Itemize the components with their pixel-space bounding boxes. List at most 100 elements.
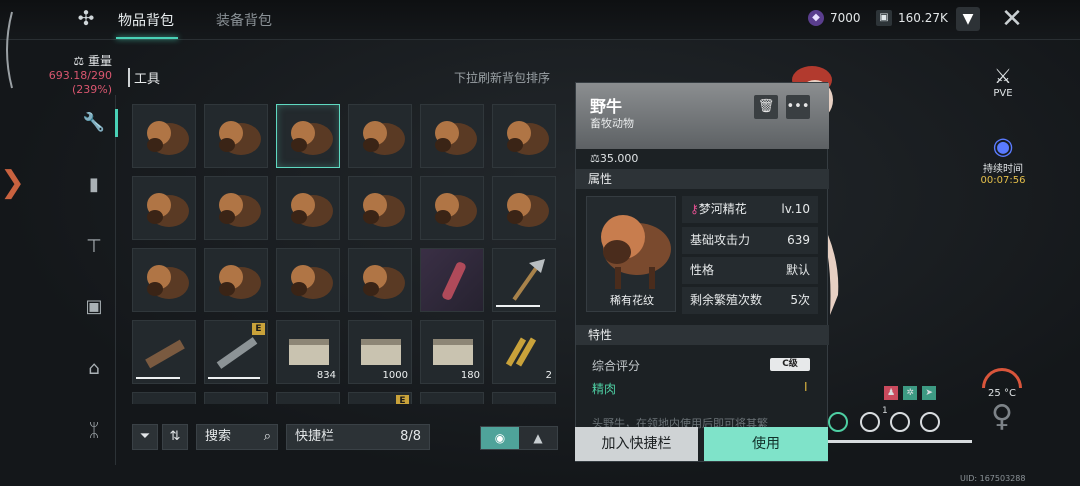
view-bag-button[interactable]: ◉ xyxy=(481,427,519,449)
inventory-slot-empty[interactable] xyxy=(204,392,268,404)
item-category: 畜牧动物 xyxy=(590,117,634,130)
bison-icon xyxy=(291,121,333,155)
duration-value: 00:07:56 xyxy=(980,175,1026,186)
inventory-slot[interactable] xyxy=(204,176,268,240)
more-button[interactable]: ••• xyxy=(786,95,810,119)
temperature-value: 25 °C xyxy=(988,388,1016,399)
chip-icon: ▣ xyxy=(876,10,892,26)
attr-value: 默认 xyxy=(785,263,810,277)
weight-icon: ⚖ xyxy=(73,54,85,68)
bag-icon: ◉ xyxy=(494,431,506,445)
gun-icon xyxy=(145,339,185,369)
wrench-icon: 🔧 xyxy=(82,112,106,133)
side-hint-icon: ❯ xyxy=(0,165,26,200)
inventory-slot[interactable] xyxy=(420,176,484,240)
inventory-slot-empty[interactable]: E xyxy=(348,392,412,404)
add-to-quickbar-button[interactable]: 加入快捷栏 xyxy=(575,427,698,461)
tab-item-bag[interactable]: 物品背包 xyxy=(118,10,174,30)
inventory-slot[interactable] xyxy=(132,104,196,168)
hunger-icon xyxy=(860,412,880,432)
key-icon: ⚷ xyxy=(690,202,699,216)
inventory-slot[interactable]: 2 xyxy=(492,320,556,384)
inventory-slot[interactable] xyxy=(492,176,556,240)
inventory-slot[interactable] xyxy=(348,248,412,312)
inventory-slot[interactable] xyxy=(276,248,340,312)
sort-icon: ⇅ xyxy=(169,429,181,444)
view-terrain-button[interactable]: ▲ xyxy=(519,427,557,449)
item-count: 834 xyxy=(316,370,336,381)
attr-value: 639 xyxy=(787,233,810,247)
pve-indicator[interactable]: ⚔ PVE xyxy=(988,64,1018,99)
weight-label: 重量 xyxy=(87,54,112,68)
item-count: 1000 xyxy=(382,370,408,381)
health-bar xyxy=(828,440,972,443)
inventory-slot[interactable] xyxy=(348,104,412,168)
section-title: 工具 xyxy=(128,68,160,87)
attr-header: 属性 xyxy=(576,169,829,189)
image-caption: 稀有花纹 xyxy=(610,294,654,307)
sort-button[interactable]: ⇅ xyxy=(162,424,188,450)
delete-button[interactable]: 🗑 xyxy=(754,95,778,119)
bison-icon xyxy=(147,265,189,299)
sidebar-item-special[interactable]: ▣ xyxy=(72,285,116,329)
crossed-swords-icon: ⚔ xyxy=(994,64,1012,88)
sidebar-item-building[interactable]: ⌂ xyxy=(72,347,116,391)
left-edge-arc xyxy=(6,11,13,89)
use-button[interactable]: 使用 xyxy=(704,427,828,461)
inventory-slot[interactable] xyxy=(492,104,556,168)
buff-timer: ◉ 持续时间 00:07:56 xyxy=(976,132,1030,186)
close-button[interactable]: ✕ xyxy=(1000,6,1024,32)
sidebar-item-pets[interactable]: ᛯ xyxy=(72,409,116,453)
inventory-slot-empty[interactable] xyxy=(132,392,196,404)
trait-name: 精肉 xyxy=(592,382,617,396)
inventory-slot[interactable] xyxy=(420,248,484,312)
inventory-slot[interactable] xyxy=(348,176,412,240)
bison-icon xyxy=(291,265,333,299)
mountain-icon: ▲ xyxy=(533,431,543,445)
game-logo-icon: ✣ xyxy=(77,6,95,30)
search-icon: ⌕ xyxy=(263,429,271,444)
inventory-slot[interactable] xyxy=(420,104,484,168)
filter-icon: ⏷ xyxy=(139,429,151,444)
inventory-slot[interactable] xyxy=(132,176,196,240)
inventory-slot[interactable] xyxy=(276,176,340,240)
inventory-slot[interactable] xyxy=(492,248,556,312)
attr-value: lv.10 xyxy=(781,202,810,216)
durability-bar xyxy=(496,305,540,307)
inventory-slot[interactable] xyxy=(204,104,268,168)
inventory-slot-empty[interactable] xyxy=(420,392,484,404)
inventory-slot[interactable] xyxy=(132,320,196,384)
tab-equipment-bag[interactable]: 装备背包 xyxy=(216,10,272,30)
gem-currency-value: 7000 xyxy=(830,11,861,25)
inventory-slot[interactable]: E xyxy=(204,320,268,384)
filter-button[interactable]: ⏷ xyxy=(132,424,158,450)
sidebar-item-materials[interactable]: ⊤ xyxy=(72,225,116,269)
item-name: 野牛 xyxy=(590,97,623,116)
status-icon: ♟ xyxy=(884,386,898,400)
sidebar-item-tools[interactable]: 🔧 xyxy=(72,101,118,145)
inventory-slot[interactable]: 1000 xyxy=(348,320,412,384)
axe-icon xyxy=(512,259,545,301)
sidebar-item-consumables[interactable]: ▮ xyxy=(72,163,116,207)
item-detail-panel: 野牛 畜牧动物 🗑 ••• ⚖35.000 属性 稀有花纹 ⚷梦河精花 lv.1… xyxy=(575,82,829,462)
inventory-slot[interactable] xyxy=(276,104,340,168)
search-label: 搜索 xyxy=(205,429,232,444)
inventory-slot[interactable] xyxy=(132,248,196,312)
hunger-count: 1 xyxy=(882,406,888,416)
vital-icons: 1 xyxy=(828,406,948,434)
duration-label: 持续时间 xyxy=(983,164,1023,175)
inventory-slot[interactable]: 180 xyxy=(420,320,484,384)
attr-label: 梦河精花 xyxy=(698,202,747,216)
attr-value: 5次 xyxy=(790,293,810,307)
weight-value: 693.18/290 xyxy=(48,69,112,82)
inventory-slot[interactable] xyxy=(204,248,268,312)
rating-label: 综合评分 xyxy=(592,359,641,373)
active-tab-indicator xyxy=(116,37,178,39)
expand-button[interactable]: ▼ xyxy=(956,7,980,31)
thermometer-arc-icon xyxy=(982,368,1022,388)
quickbar-field[interactable]: 快捷栏 8/8 xyxy=(286,424,430,450)
inventory-slot-empty[interactable] xyxy=(492,392,556,404)
inventory-slot-empty[interactable] xyxy=(276,392,340,404)
search-input[interactable]: 搜索 ⌕ xyxy=(196,424,278,450)
inventory-slot[interactable]: 834 xyxy=(276,320,340,384)
